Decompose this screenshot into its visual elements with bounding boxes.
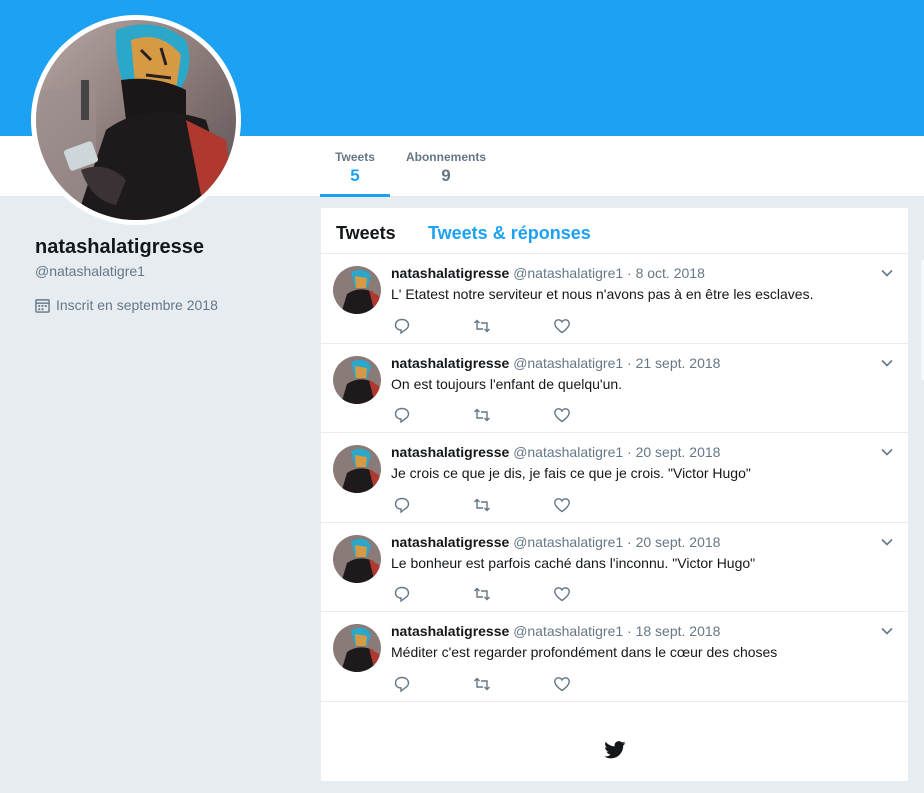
timeline-tabs: Tweets Tweets & réponses [321,208,908,254]
tweet-avatar[interactable] [333,624,381,672]
tweet-item[interactable]: natashalatigresse @natashalatigre1 · 20 … [321,523,908,612]
profile-card: natashalatigresse @natashalatigre1 Inscr… [35,236,305,313]
like-icon [554,676,570,691]
avatar-image [333,266,381,314]
tweet-text: L' Etatest notre serviteur et nous n'avo… [391,286,814,302]
chevron-down-icon[interactable] [880,535,894,549]
tweet-text: Méditer c'est regarder profondément dans… [391,644,778,660]
tweet-avatar[interactable] [333,266,381,314]
reply-button[interactable] [393,496,473,514]
chevron-down-icon[interactable] [880,356,894,370]
like-button[interactable] [553,675,633,693]
tweet-header: natashalatigresse @natashalatigre1 · 21 … [391,355,720,371]
retweet-icon [474,408,490,422]
reply-icon [394,586,410,603]
avatar-image [333,355,381,404]
tweet-author[interactable]: natashalatigresse [391,444,509,460]
tweet-text: On est toujours l'enfant de quelqu'un. [391,375,623,392]
retweet-icon [474,587,490,601]
tweet-item[interactable]: natashalatigresse @natashalatigre1 · 18 … [321,612,908,702]
like-button[interactable] [553,496,633,514]
like-icon [554,497,570,512]
retweet-icon [474,319,490,332]
reply-icon [394,497,410,513]
twitter-bird-icon[interactable] [604,741,626,759]
chevron-down-icon[interactable] [880,624,894,638]
avatar-image [333,534,381,583]
tweet-meta[interactable]: @natashalatigre1 · 20 sept. 2018 [513,534,720,550]
calendar-icon [35,298,50,313]
tweet-actions [393,406,633,424]
tweet-avatar[interactable] [333,445,381,493]
tweet-meta[interactable]: @natashalatigre1 · 8 oct. 2018 [513,265,705,281]
tweet-item[interactable]: natashalatigresse @natashalatigre1 · 21 … [321,344,908,433]
tab-tweets-replies[interactable]: Tweets & réponses [428,223,591,244]
avatar-image [333,624,381,672]
tab-tweets[interactable]: Tweets [336,223,396,244]
retweet-icon [474,677,490,690]
like-icon [554,408,570,423]
timeline: Tweets Tweets & réponses natashalatigres… [321,208,908,781]
tweet-author[interactable]: natashalatigresse [391,623,509,639]
chevron-down-icon[interactable] [880,266,894,280]
tweet-actions [393,496,633,514]
nav-tweets-count: 5 [350,166,360,185]
reply-button[interactable] [393,317,473,335]
like-button[interactable] [553,585,633,603]
tweet-header: natashalatigresse @natashalatigre1 · 18 … [391,623,720,639]
tweet-actions [393,675,633,693]
tweet-meta[interactable]: @natashalatigre1 · 21 sept. 2018 [513,355,720,371]
tweet-header: natashalatigresse @natashalatigre1 · 20 … [391,444,720,460]
tweet-text: Le bonheur est parfois caché dans l'inco… [391,554,756,571]
retweet-icon [474,498,490,511]
reply-icon [394,676,410,692]
profile-joined: Inscrit en septembre 2018 [35,297,305,313]
tweet-actions [393,585,633,603]
profile-avatar[interactable] [31,15,241,225]
reply-button[interactable] [393,406,473,424]
nav-following-count: 9 [441,166,451,185]
nav-following-label: Abonnements [405,150,486,164]
retweet-button[interactable] [473,317,553,335]
tweet-text: Je crois ce que je dis, je fais ce que j… [391,465,751,481]
like-icon [554,587,570,602]
tweet-header: natashalatigresse @natashalatigre1 · 20 … [391,534,720,550]
like-button[interactable] [553,406,633,424]
reply-icon [394,318,410,334]
tweet-author[interactable]: natashalatigresse [391,265,509,281]
avatar-image [36,20,236,220]
nav-tweets[interactable]: Tweets 5 [320,150,390,197]
profile-handle[interactable]: @natashalatigre1 [35,263,305,279]
tweet-avatar[interactable] [333,355,381,404]
tweet-actions [393,317,633,335]
tweet-author[interactable]: natashalatigresse [391,355,509,371]
retweet-button[interactable] [473,406,553,424]
like-button[interactable] [553,317,633,335]
tweet-meta[interactable]: @natashalatigre1 · 20 sept. 2018 [513,444,720,460]
reply-button[interactable] [393,585,473,603]
profile-name[interactable]: natashalatigresse [35,236,305,259]
retweet-button[interactable] [473,675,553,693]
reply-button[interactable] [393,675,473,693]
tweet-header: natashalatigresse @natashalatigre1 · 8 o… [391,265,705,281]
reply-icon [394,407,410,424]
tweet-item[interactable]: natashalatigresse @natashalatigre1 · 8 o… [321,254,908,344]
tweet-avatar[interactable] [333,534,381,583]
chevron-down-icon[interactable] [880,445,894,459]
tweet-item[interactable]: natashalatigresse @natashalatigre1 · 20 … [321,433,908,523]
retweet-button[interactable] [473,585,553,603]
nav-tweets-label: Tweets [335,150,375,164]
profile-joined-label: Inscrit en septembre 2018 [56,297,218,313]
avatar-image [333,445,381,493]
nav-following[interactable]: Abonnements 9 [405,150,487,186]
tweet-author[interactable]: natashalatigresse [391,534,509,550]
like-icon [554,318,570,333]
retweet-button[interactable] [473,496,553,514]
tweet-meta[interactable]: @natashalatigre1 · 18 sept. 2018 [513,623,720,639]
